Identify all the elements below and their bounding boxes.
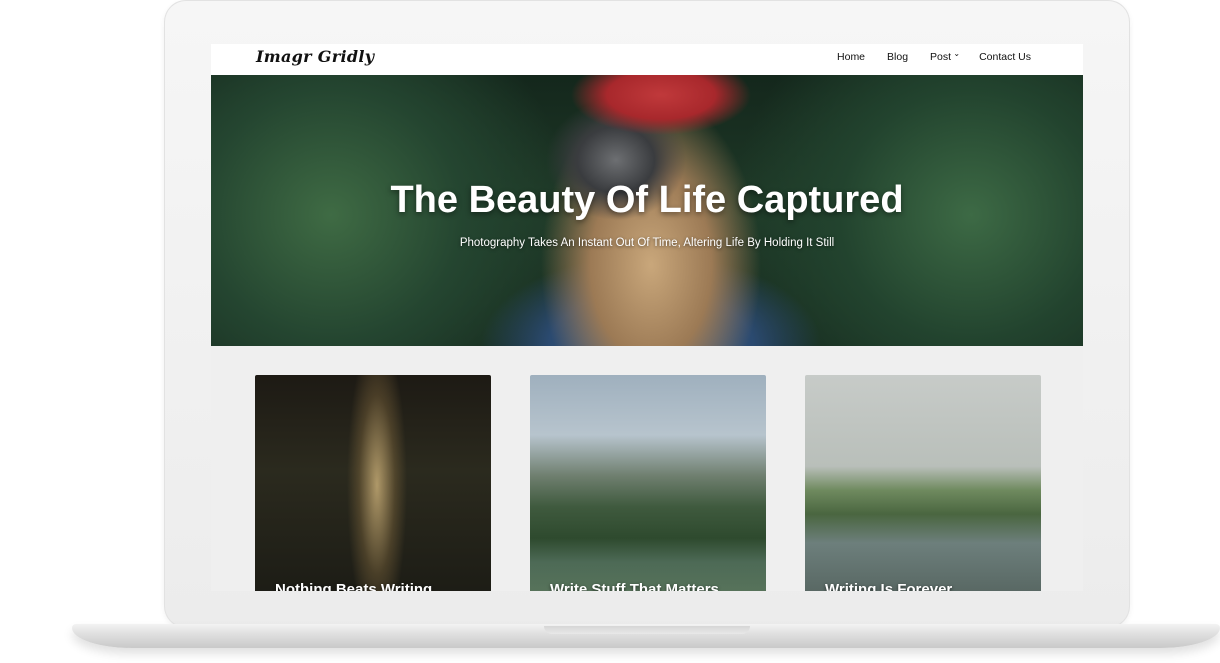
- chevron-down-icon: ⌄: [953, 49, 961, 58]
- hero-banner: The Beauty Of Life Captured Photography …: [211, 75, 1083, 346]
- nav-blog[interactable]: Blog: [887, 51, 908, 63]
- post-card-title[interactable]: Write Stuff That Matters: [550, 581, 719, 591]
- hero-title: The Beauty Of Life Captured: [390, 179, 904, 221]
- post-card[interactable]: Nothing Beats Writing: [255, 375, 491, 591]
- hero-subtitle: Photography Takes An Instant Out Of Time…: [459, 237, 835, 249]
- post-card-title[interactable]: Writing Is Forever: [825, 581, 952, 591]
- post-card[interactable]: Write Stuff That Matters: [530, 375, 766, 591]
- main-nav: Home Blog Post ⌄ Contact Us: [815, 49, 1031, 63]
- post-card-title[interactable]: Nothing Beats Writing: [275, 581, 432, 591]
- nav-home[interactable]: Home: [837, 51, 865, 63]
- site-header: Imagr Gridly Home Blog Post ⌄ Contact Us: [211, 44, 1083, 75]
- nav-contact-us[interactable]: Contact Us: [979, 51, 1031, 63]
- post-card[interactable]: Writing Is Forever: [805, 375, 1041, 591]
- site-logo[interactable]: Imagr Gridly: [256, 47, 374, 66]
- nav-post[interactable]: Post ⌄: [930, 49, 960, 63]
- browser-viewport: Imagr Gridly Home Blog Post ⌄ Contact Us…: [211, 44, 1083, 591]
- nav-post-label: Post: [930, 51, 952, 63]
- laptop-notch: [544, 626, 750, 634]
